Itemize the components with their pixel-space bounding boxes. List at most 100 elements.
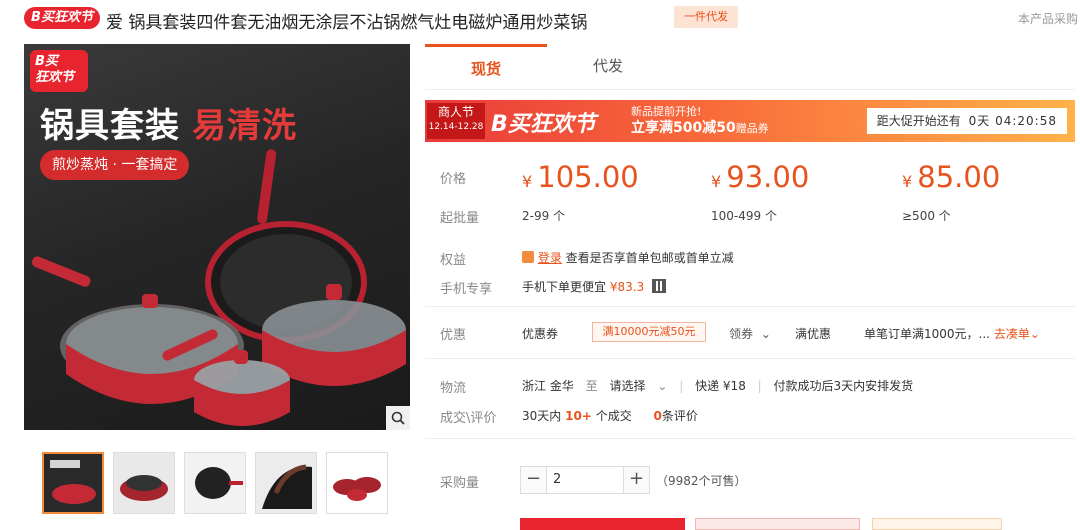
moq-label: 起批量 [440,211,480,226]
thumbnail-4-image [262,464,312,509]
benefits-row: 登录 查看是否享首单包邮或首单立减 [522,249,734,266]
header-right-text[interactable]: 本产品采购 [1018,10,1078,27]
divider [425,438,1075,439]
gift-icon [522,251,534,263]
mobile-price: ¥83.3 [609,280,645,294]
mobile-row: 手机下单更便宜 ¥83.3 [522,278,667,295]
benefits-text: 查看是否享首单包邮或首单立减 [565,251,734,265]
destination-value: 请选择 [609,379,646,393]
coupon-label: 优惠券 [522,327,559,341]
deals-suffix: 个成交 [595,409,632,423]
chevron-down-icon: ⌄ [657,379,668,393]
promo-text: 新品提前开抢! 立享满500减50赠品券 [631,103,769,137]
deals-count[interactable]: 10+ [565,409,592,423]
increase-button[interactable]: + [623,467,649,493]
reviews-row: 30天内 10+ 个成交 0条评价 [522,407,698,424]
tier-3-range: ≥500 个 [902,209,951,223]
login-link[interactable]: 登录 [538,251,562,265]
coupon-value[interactable]: 满10000元减50元 [592,322,706,342]
divider [425,306,1075,307]
page-header: B买狂欢节 爱 锅具套装四件套无油烟无涂层不沾锅燃气灶电磁炉通用炒菜锅 一件代发… [0,0,1080,38]
tab-dropship[interactable]: 代发 [547,44,669,90]
quantity-stepper: − 2 + [520,466,650,494]
tier-1-range: 2-99 个 [522,209,566,223]
origin: 浙江 金华 [522,379,574,393]
promo-line2-tail: 赠品券 [735,122,769,135]
currency-symbol: ¥ [522,172,533,191]
to-text: 至 [585,379,598,393]
go-link[interactable]: 去凑单 [994,327,1030,341]
stock-tabs: 现货 代发 [425,44,1075,90]
stock-available: （9982个可售） [656,474,747,488]
thumbnail-2[interactable] [113,452,175,514]
quantity-input[interactable]: 2 [553,472,561,487]
price-label: 价格 [440,172,467,187]
purchase-label: 采购量 [440,476,480,491]
dropship-button[interactable] [872,518,1002,530]
festival-badge: B买狂欢节 [24,7,100,29]
review-suffix: 条评价 [661,409,698,423]
currency-symbol: ¥ [902,172,913,191]
price-value: 85.00 [917,160,1001,194]
product-title: 爱 锅具套装四件套无油烟无涂层不沾锅燃气灶电磁炉通用炒菜锅 [106,13,588,33]
tier-2-range: 100-499 个 [711,209,777,223]
reviews-label: 成交\评价 [440,411,497,426]
price-tier-2: ¥ 93.00 [711,160,809,194]
discount-label: 优惠 [440,328,467,343]
countdown-value: 0天 04:20:58 [968,114,1057,128]
zoom-button[interactable] [386,406,410,430]
price-value: 105.00 [537,160,639,194]
thumbnail-5[interactable] [326,452,388,514]
tab-in-stock[interactable]: 现货 [425,44,547,90]
thumbnail-5-image [333,477,381,501]
deals-prefix: 30天内 [522,409,562,423]
price-value: 93.00 [726,160,810,194]
thumbnail-3[interactable] [184,452,246,514]
logistics-row: 浙江 金华 至 请选择 ⌄ | 快递 ¥18 | 付款成功后3天内安排发货 [522,377,913,394]
mobile-text: 手机下单更便宜 [522,280,607,294]
festival-title: B买狂欢节 [491,112,596,137]
claim-label: 领券 [729,327,754,341]
benefits-label: 权益 [440,253,467,268]
review-count[interactable]: 0 [654,409,662,423]
merchant-festival-date: 12.14-12.28 [428,122,484,132]
chevron-down-icon: ⌄ [760,327,771,341]
divider [425,358,1075,359]
price-tier-3: ¥ 85.00 [902,160,1000,194]
mobile-label: 手机专享 [440,282,493,297]
add-to-cart-button[interactable] [695,518,860,530]
chevron-down-icon: ⌄ [1029,327,1040,341]
qr-code-icon[interactable] [652,279,667,293]
thumbnail-3-image [195,467,243,499]
thumbnail-1-image [50,460,96,504]
promo-banner[interactable]: 商人节 12.14-12.28 B买狂欢节 新品提前开抢! 立享满500减50赠… [425,100,1075,142]
price-tier-1: ¥ 105.00 [522,160,639,194]
magnifier-icon [391,411,405,425]
ship-note: 付款成功后3天内安排发货 [773,379,914,393]
thumbnail-2-image [120,475,168,501]
merchant-festival-box: 商人节 12.14-12.28 [427,103,485,139]
claim-coupon-button[interactable]: 领券 ⌄ [729,325,771,342]
countdown-label: 距大促开始还有 [876,114,961,128]
full-discount-row: 单笔订单满1000元，... 去凑单⌄ [864,325,1040,342]
tab-divider [425,89,1075,90]
promo-line2: 立享满500减50 [631,120,736,136]
cookware-illustration [31,149,406,426]
currency-symbol: ¥ [711,172,722,191]
pipe-divider: | [757,379,762,393]
dropship-tag[interactable]: 一件代发 [674,6,738,28]
full-discount-text: 单笔订单满1000元，... [864,327,990,341]
decrease-button[interactable]: − [521,467,547,493]
product-main-image[interactable]: B买 狂欢节 锅具套装 易清洗 煎炒蒸炖 · 一套搞定 [24,44,410,430]
pipe-divider: | [679,379,684,393]
buy-now-button[interactable] [520,518,685,530]
logistics-label: 物流 [440,381,467,396]
thumbnail-4[interactable] [255,452,317,514]
destination-select[interactable]: 请选择 ⌄ [610,379,672,393]
promo-line1: 新品提前开抢! [631,105,702,118]
full-discount-label: 满优惠 [795,327,832,341]
thumbnail-1[interactable] [42,452,104,514]
countdown: 距大促开始还有 0天 04:20:58 [866,108,1067,134]
express-fee: 快递 ¥18 [695,379,746,393]
merchant-festival-title: 商人节 [437,105,474,119]
